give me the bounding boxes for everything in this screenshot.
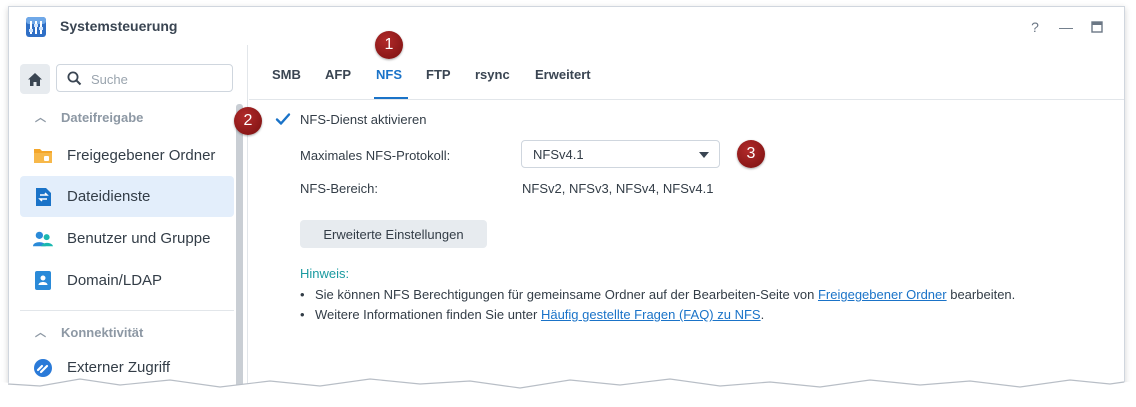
nfs-enable-checkbox[interactable] xyxy=(275,111,291,127)
sidebar-item-freigegebener-ordner[interactable]: Freigegebener Ordner xyxy=(20,135,234,176)
tab-ftp[interactable]: FTP xyxy=(426,67,451,82)
hint-text: bearbeiten. xyxy=(946,287,1016,302)
hint-line-2: • Weitere Informationen finden Sie unter … xyxy=(300,307,764,322)
home-button[interactable] xyxy=(20,64,50,94)
search-box[interactable] xyxy=(56,64,233,92)
section-header-konnektivitaet[interactable]: ︿ Konnektivität xyxy=(35,324,143,340)
minimize-button[interactable]: — xyxy=(1057,18,1075,36)
bullet: • xyxy=(300,307,305,322)
dropdown-caret-icon xyxy=(699,152,709,158)
hint-text: . xyxy=(760,307,765,322)
callout-badge-3: 3 xyxy=(737,140,765,168)
section-label: Konnektivität xyxy=(61,324,144,340)
home-icon xyxy=(28,72,42,86)
sidebar-item-label: Domain/LDAP xyxy=(67,272,163,289)
tab-rsync[interactable]: rsync xyxy=(475,67,510,82)
search-icon xyxy=(67,71,82,86)
torn-edge-decoration xyxy=(0,378,1136,407)
max-protocol-label: Maximales NFS-Protokoll: xyxy=(300,148,451,163)
max-protocol-value: NFSv4.1 xyxy=(533,147,584,162)
help-button[interactable]: ? xyxy=(1026,18,1044,36)
domain-icon xyxy=(33,271,53,291)
sidebar-item-dateidienste[interactable]: Dateidienste xyxy=(20,176,234,217)
maximize-button[interactable] xyxy=(1088,18,1106,36)
shared-folder-link[interactable]: Freigegebener Ordner xyxy=(818,287,947,302)
section-header-dateifreigabe[interactable]: ︿ Dateifreigabe xyxy=(35,109,143,125)
active-tab-indicator xyxy=(374,97,408,99)
folder-icon xyxy=(33,146,53,166)
sidebar-item-benutzer-und-gruppe[interactable]: Benutzer und Gruppe xyxy=(20,218,234,259)
tab-erweitert[interactable]: Erweitert xyxy=(535,67,591,82)
search-input[interactable] xyxy=(89,68,223,90)
sidebar-item-label: Dateidienste xyxy=(67,188,151,205)
sidebar-item-label: Benutzer und Gruppe xyxy=(67,230,211,247)
callout-badge-2: 2 xyxy=(234,107,262,135)
control-panel-icon xyxy=(26,17,46,37)
maximize-icon xyxy=(1091,21,1103,33)
chevron-up-icon: ︿ xyxy=(35,327,46,339)
tab-smb[interactable]: SMB xyxy=(272,67,301,82)
callout-badge-1: 1 xyxy=(375,31,403,59)
sidebar-divider xyxy=(20,310,234,311)
nfs-range-value: NFSv2, NFSv3, NFSv4, NFSv4.1 xyxy=(522,181,714,196)
tab-nfs[interactable]: NFS xyxy=(376,67,402,82)
tab-afp[interactable]: AFP xyxy=(325,67,351,82)
sidebar-item-domain-ldap[interactable]: Domain/LDAP xyxy=(20,260,234,301)
sidebar: ︿ Dateifreigabe Freigegebener Ordner Dat… xyxy=(9,45,248,391)
max-protocol-select[interactable]: NFSv4.1 xyxy=(521,140,720,168)
section-label: Dateifreigabe xyxy=(61,109,144,125)
sidebar-scrollbar[interactable] xyxy=(236,104,243,391)
hint-text: Weitere Informationen finden Sie unter xyxy=(315,307,541,322)
nfs-enable-label[interactable]: NFS-Dienst aktivieren xyxy=(300,112,426,127)
nfs-range-label: NFS-Bereich: xyxy=(300,181,379,196)
hint-text: Sie können NFS Berechtigungen für gemein… xyxy=(315,287,818,302)
bullet: • xyxy=(300,287,305,302)
hint-title: Hinweis: xyxy=(300,266,350,281)
file-services-icon xyxy=(33,187,53,207)
chevron-up-icon: ︿ xyxy=(35,112,46,124)
title-bar: Systemsteuerung ? — xyxy=(9,7,1124,45)
users-icon xyxy=(33,229,53,249)
sidebar-item-label: Freigegebener Ordner xyxy=(67,147,216,164)
hint-line-1: • Sie können NFS Berechtigungen für gemei… xyxy=(300,287,1015,302)
control-panel-window: Systemsteuerung ? — ︿ Dateifreigabe xyxy=(8,6,1125,391)
advanced-settings-button[interactable]: Erweiterte Einstellungen xyxy=(300,220,487,248)
window-title: Systemsteuerung xyxy=(60,18,178,34)
nfs-faq-link[interactable]: Häufig gestellte Fragen (FAQ) zu NFS xyxy=(541,307,761,322)
